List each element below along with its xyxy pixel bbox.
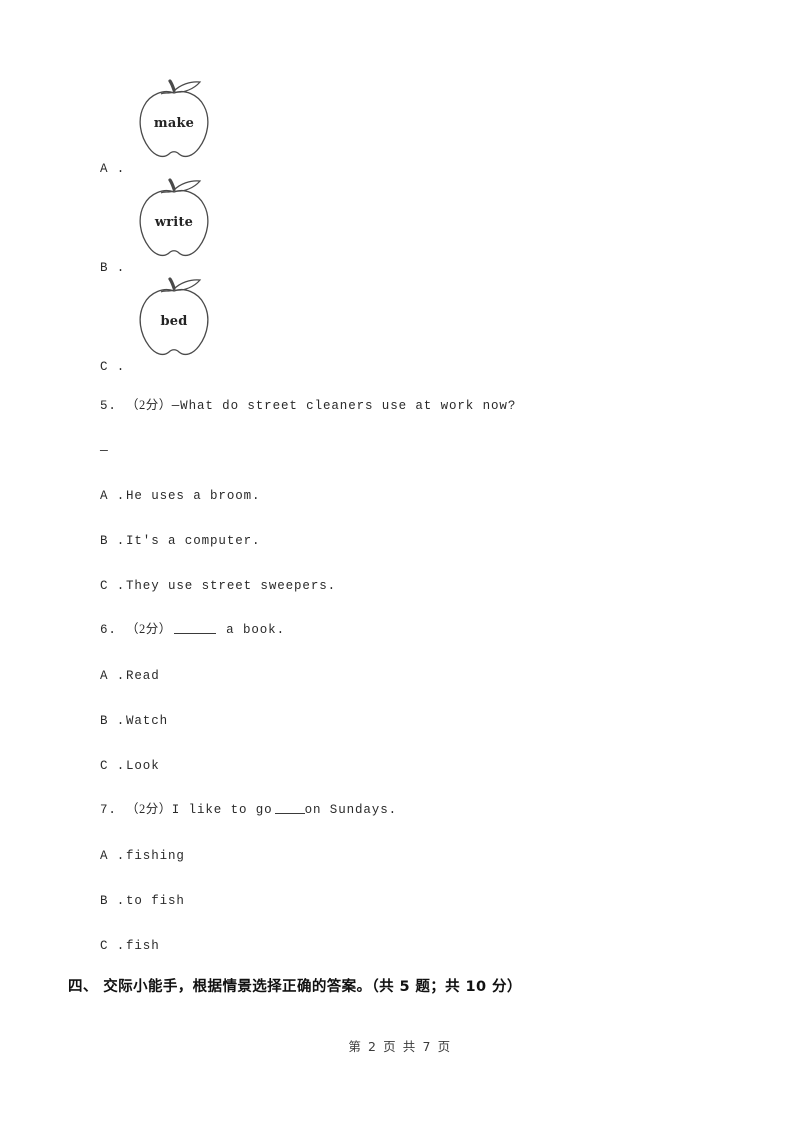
question-5-score: （2分）: [126, 398, 172, 412]
question-7-stem: 7. （2分）I like to go on Sundays.: [100, 802, 397, 818]
question-5-option-a[interactable]: A .He uses a broom.: [100, 489, 260, 504]
option-text: They use street sweepers.: [126, 579, 337, 593]
question-6-option-c[interactable]: C .Look: [100, 759, 160, 774]
question-6-option-b[interactable]: B .Watch: [100, 714, 168, 729]
question-5-text: —What do street cleaners use at work now…: [171, 399, 517, 413]
question-7-option-b[interactable]: B .to fish: [100, 894, 185, 909]
option-label: C .: [100, 579, 126, 593]
apple-image-a: make: [130, 72, 218, 164]
option-label: B .: [100, 894, 126, 908]
option-label: A .: [100, 489, 126, 503]
option-text: fish: [126, 939, 160, 953]
page-footer: 第 2 页 共 7 页: [348, 1039, 452, 1054]
question-5-number: 5.: [100, 399, 117, 413]
question-5-option-c[interactable]: C .They use street sweepers.: [100, 579, 336, 594]
question-5-option-b[interactable]: B .It's a computer.: [100, 534, 260, 549]
section-heading-four: 四、 交际小能手，根据情景选择正确的答案。（共 5 题；共 10 分）: [68, 979, 522, 995]
picture-option-label-c[interactable]: C .: [100, 360, 125, 374]
option-label: C .: [100, 939, 126, 953]
answer-blank: [274, 802, 305, 814]
question-7-text-after: on Sundays.: [304, 803, 398, 817]
question-6-text: a book.: [217, 623, 285, 637]
answer-blank: [173, 622, 216, 634]
option-label: B .: [100, 534, 126, 548]
option-label: C .: [100, 759, 126, 773]
question-6-option-a[interactable]: A .Read: [100, 669, 160, 684]
option-text: Watch: [126, 714, 169, 728]
option-text: Look: [126, 759, 160, 773]
question-7-score: （2分）: [126, 802, 172, 816]
apple-word-a: make: [153, 116, 195, 131]
apple-image-c: bed: [130, 270, 218, 362]
picture-option-label-a[interactable]: A .: [100, 162, 125, 176]
question-7-text-before: I like to go: [171, 803, 273, 817]
question-6-number: 6.: [100, 623, 117, 637]
question-6-stem: 6. （2分） a book.: [100, 622, 285, 638]
exam-page: make A . write B . bed C . 5. （2分）—What d…: [0, 0, 800, 1132]
option-label: B .: [100, 714, 126, 728]
picture-option-label-b[interactable]: B .: [100, 261, 125, 275]
question-7-number: 7.: [100, 803, 117, 817]
option-text: He uses a broom.: [126, 489, 261, 503]
option-text: It's a computer.: [126, 534, 261, 548]
option-label: A .: [100, 669, 126, 683]
apple-word-b: write: [154, 215, 194, 230]
option-text: Read: [126, 669, 160, 683]
option-text: fishing: [126, 849, 185, 863]
question-5-continuation: —: [100, 443, 109, 458]
option-text: to fish: [126, 894, 185, 908]
question-7-option-a[interactable]: A .fishing: [100, 849, 185, 864]
question-6-score: （2分）: [126, 622, 172, 636]
option-label: A .: [100, 849, 126, 863]
question-7-option-c[interactable]: C .fish: [100, 939, 160, 954]
question-5-stem: 5. （2分）—What do street cleaners use at wo…: [100, 398, 516, 414]
apple-word-c: bed: [160, 314, 188, 329]
apple-image-b: write: [130, 171, 218, 263]
